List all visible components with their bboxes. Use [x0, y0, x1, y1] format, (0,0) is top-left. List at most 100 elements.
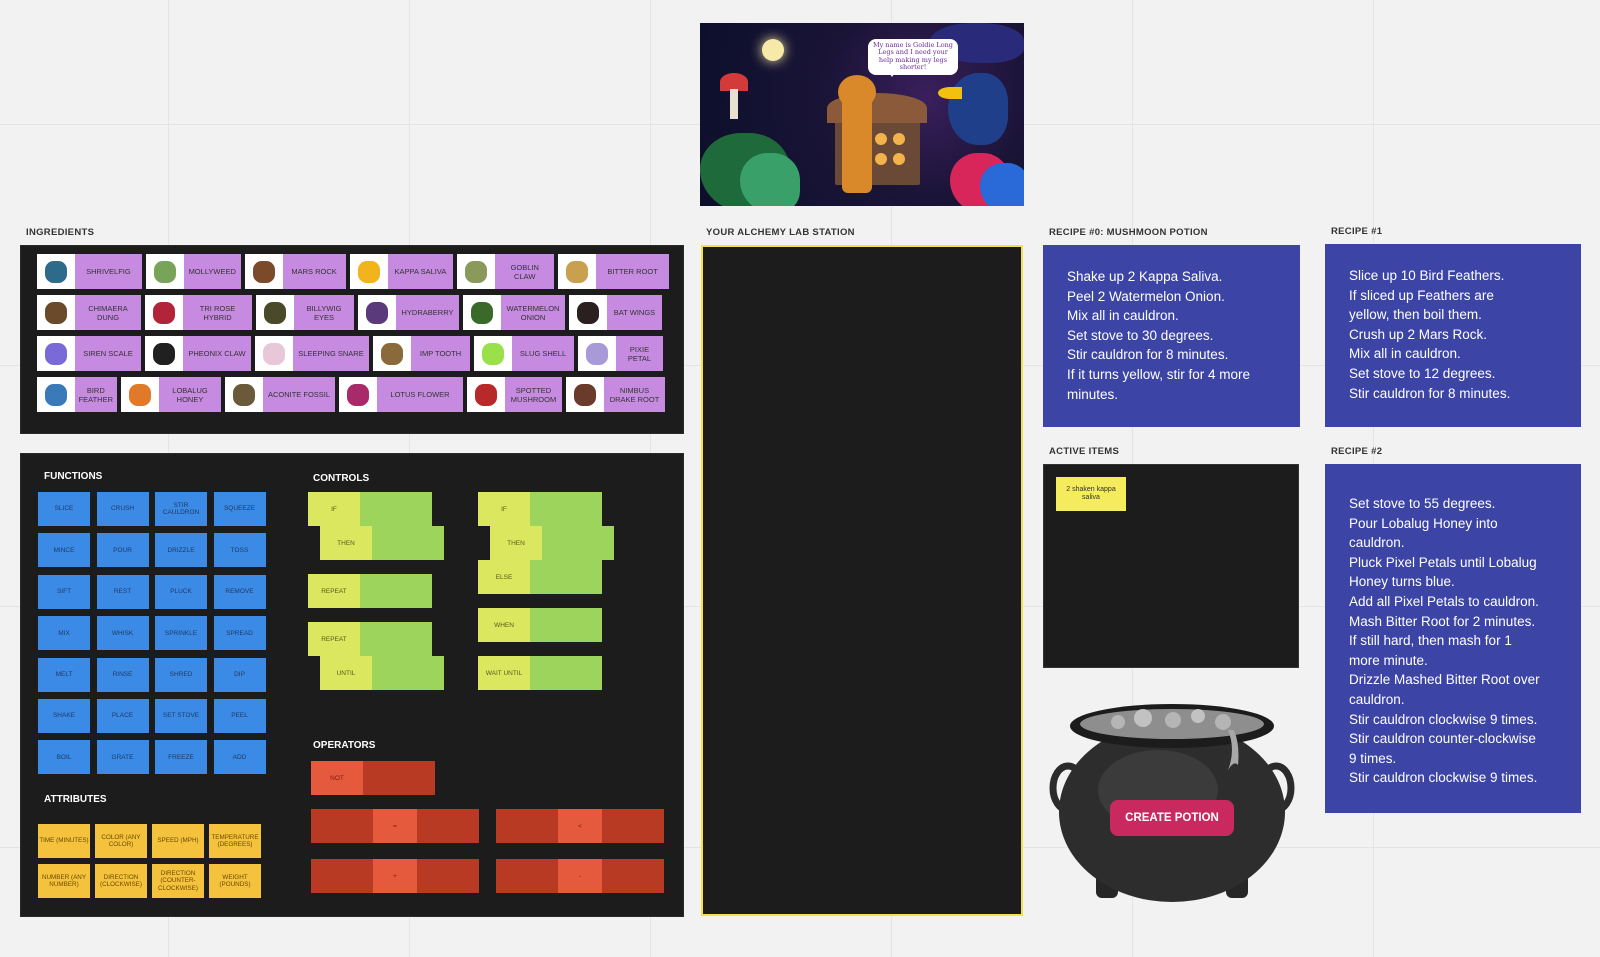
ingredient-label: BAT WINGS [613, 308, 656, 317]
function-block[interactable]: POUR [96, 533, 149, 568]
ingredient-card[interactable]: TRI ROSE HYBRID [145, 295, 252, 330]
function-block[interactable]: SHRED [155, 657, 207, 692]
then-block[interactable]: THEN [320, 526, 444, 560]
repeat-until-block[interactable]: REPEAT [308, 622, 432, 656]
minus-symbol: - [558, 859, 602, 893]
function-block[interactable]: BOIL [38, 740, 90, 775]
function-block[interactable]: SIFT [38, 574, 90, 609]
function-block[interactable]: PEEL [213, 699, 266, 733]
when-block[interactable]: WHEN [478, 608, 602, 642]
function-block[interactable]: SPRINKLE [155, 616, 207, 651]
if-else-block[interactable]: IF [478, 492, 602, 526]
attribute-block[interactable]: WEIGHT (POUNDS) [209, 864, 261, 898]
plus-operator[interactable]: + [311, 859, 479, 893]
function-block[interactable]: REST [96, 574, 149, 609]
ingredient-card[interactable]: BILLYWIG EYES [256, 295, 354, 330]
else-block[interactable]: ELSE [478, 560, 602, 594]
function-block[interactable]: MELT [38, 657, 90, 692]
active-item-sticky[interactable]: 2 shaken kappa saliva [1056, 477, 1126, 511]
function-block[interactable]: FREEZE [155, 740, 207, 775]
recipe-step: Stir cauldron clockwise 9 times. [1349, 770, 1538, 786]
ingredient-card[interactable]: ACONITE FOSSIL [225, 377, 335, 412]
ingredient-card[interactable]: MARS ROCK [244, 254, 346, 289]
function-block[interactable]: WHISK [96, 616, 149, 651]
function-block[interactable]: SPREAD [213, 616, 266, 651]
ingredient-label: WATERMELON ONION [506, 303, 560, 322]
attribute-block[interactable]: NUMBER (ANY NUMBER) [38, 864, 90, 898]
ingredient-card[interactable]: CHIMAERA DUNG [37, 295, 141, 330]
not-operator[interactable]: NOT [311, 761, 435, 795]
ingredient-card[interactable]: HYDRABERRY [358, 295, 459, 330]
ingredient-label: LOBALUG HONEY [172, 385, 208, 404]
ingredient-label: GOBLIN CLAW [510, 262, 539, 281]
function-block[interactable]: STIR CAULDRON [155, 492, 207, 526]
ingredient-card[interactable]: SIREN SCALE [37, 336, 141, 371]
recipe-step: Stir cauldron for 8 minutes. [1067, 347, 1229, 363]
function-block[interactable]: RINSE [96, 657, 149, 692]
then-block[interactable]: THEN [490, 526, 614, 560]
ingredient-label: MOLLYWEED [188, 267, 236, 276]
repeat-block[interactable]: REPEAT [308, 574, 432, 608]
lab-station-workspace[interactable] [701, 245, 1023, 916]
ingredient-card[interactable]: SLEEPING SNARE [255, 336, 369, 371]
attribute-block[interactable]: COLOR (ANY COLOR) [95, 824, 147, 858]
function-block[interactable]: MIX [38, 616, 90, 651]
function-block[interactable]: DRIZZLE [155, 533, 207, 568]
wait-until-block[interactable]: WAIT UNTIL [478, 656, 602, 690]
function-block[interactable]: GRATE [96, 740, 149, 775]
less-than-symbol: < [558, 809, 602, 843]
ingredient-card[interactable]: PHEONIX CLAW [145, 336, 251, 371]
recipe-step: yellow, then boil them. [1349, 307, 1482, 323]
function-block[interactable]: SET STOVE [155, 699, 207, 733]
attribute-block[interactable]: SPEED (MPH) [152, 824, 204, 858]
ingredient-image [37, 295, 75, 330]
ingredient-card[interactable]: SPOTTED MUSHROOM [467, 377, 562, 412]
ingredient-image [255, 336, 293, 371]
ingredient-label: PIXIE PETAL [627, 344, 652, 363]
less-than-operator[interactable]: < [496, 809, 664, 843]
until-block[interactable]: UNTIL [320, 656, 444, 690]
ingredient-image [463, 295, 501, 330]
function-block[interactable]: PLUCK [155, 574, 207, 609]
recipe-step: Set stove to 55 degrees. [1349, 496, 1496, 511]
ingredient-image [244, 254, 283, 289]
ingredient-card[interactable]: SHRIVELFIG [37, 254, 142, 289]
ingredients-label: INGREDIENTS [26, 227, 95, 238]
ingredient-card[interactable]: WATERMELON ONION [463, 295, 565, 330]
ingredient-card[interactable]: NIMBUS DRAKE ROOT [566, 377, 665, 412]
function-block[interactable]: MINCE [38, 533, 90, 568]
function-block[interactable]: SHAKE [38, 699, 90, 733]
ingredients-row: BIRD FEATHER LOBALUG HONEY ACONITE FOSSIL L… [37, 377, 669, 412]
if-block[interactable]: IF [308, 492, 432, 526]
operators-heading: OPERATORS [313, 740, 376, 751]
ingredient-card[interactable]: SLUG SHELL [474, 336, 574, 371]
attribute-block[interactable]: TIME (MINUTES) [38, 824, 90, 858]
attribute-block[interactable]: DIRECTION (COUNTER-CLOCKWISE) [152, 864, 204, 898]
function-block[interactable]: SLICE [38, 492, 90, 526]
ingredient-card[interactable]: KAPPA SALIVA [349, 254, 454, 289]
function-block[interactable]: SQUEEZE [213, 492, 266, 526]
function-block[interactable]: TOSS [213, 533, 266, 568]
equals-operator[interactable]: = [311, 809, 479, 843]
ingredient-card[interactable]: MOLLYWEED [145, 254, 241, 289]
create-potion-button[interactable]: CREATE POTION [1110, 800, 1234, 836]
attribute-block[interactable]: TEMPERATURE (DEGREES) [209, 824, 261, 858]
minus-operator[interactable]: - [496, 859, 664, 893]
ingredient-card[interactable]: BITTER ROOT [558, 254, 669, 289]
active-items-panel[interactable]: 2 shaken kappa saliva [1043, 464, 1299, 668]
ingredient-card[interactable]: GOBLIN CLAW [457, 254, 555, 289]
ingredient-card[interactable]: BIRD FEATHER [37, 377, 117, 412]
bird-character [948, 73, 1008, 145]
ingredient-card[interactable]: LOBALUG HONEY [121, 377, 221, 412]
function-block[interactable]: REMOVE [213, 574, 266, 609]
functions-heading: FUNCTIONS [44, 471, 103, 482]
function-block[interactable]: ADD [213, 740, 266, 775]
ingredient-card[interactable]: IMP TOOTH [373, 336, 470, 371]
ingredient-card[interactable]: LOTUS FLOWER [339, 377, 463, 412]
function-block[interactable]: PLACE [96, 699, 149, 733]
attribute-block[interactable]: DIRECTION (CLOCKWISE) [95, 864, 147, 898]
ingredient-card[interactable]: BAT WINGS [569, 295, 662, 330]
function-block[interactable]: CRUSH [96, 492, 149, 526]
function-block[interactable]: DIP [213, 657, 266, 692]
ingredient-card[interactable]: PIXIE PETAL [578, 336, 663, 371]
